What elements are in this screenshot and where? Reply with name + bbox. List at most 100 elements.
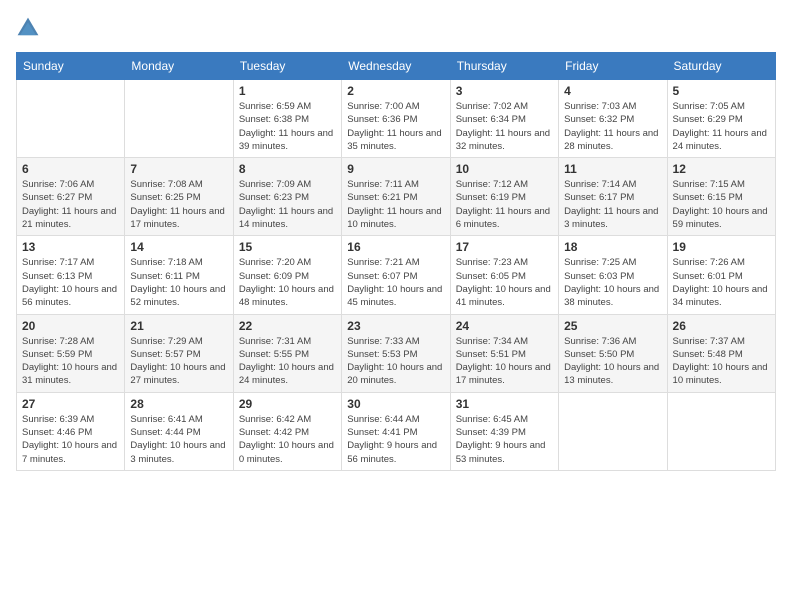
day-info: Sunrise: 7:33 AMSunset: 5:53 PMDaylight:…: [347, 335, 444, 388]
day-number: 19: [673, 240, 770, 254]
day-info: Sunrise: 7:08 AMSunset: 6:25 PMDaylight:…: [130, 178, 227, 231]
day-of-week-header: Sunday: [17, 53, 125, 80]
calendar-week-row: 20 Sunrise: 7:28 AMSunset: 5:59 PMDayligh…: [17, 314, 776, 392]
calendar-cell: 26 Sunrise: 7:37 AMSunset: 5:48 PMDayligh…: [667, 314, 775, 392]
calendar-cell: [667, 392, 775, 470]
calendar-cell: 18 Sunrise: 7:25 AMSunset: 6:03 PMDayligh…: [559, 236, 667, 314]
day-number: 9: [347, 162, 444, 176]
calendar-cell: 29 Sunrise: 6:42 AMSunset: 4:42 PMDayligh…: [233, 392, 341, 470]
day-info: Sunrise: 7:26 AMSunset: 6:01 PMDaylight:…: [673, 256, 770, 309]
calendar-cell: 19 Sunrise: 7:26 AMSunset: 6:01 PMDayligh…: [667, 236, 775, 314]
day-of-week-header: Monday: [125, 53, 233, 80]
day-info: Sunrise: 6:39 AMSunset: 4:46 PMDaylight:…: [22, 413, 119, 466]
calendar-cell: 20 Sunrise: 7:28 AMSunset: 5:59 PMDayligh…: [17, 314, 125, 392]
day-number: 26: [673, 319, 770, 333]
calendar-cell: 14 Sunrise: 7:18 AMSunset: 6:11 PMDayligh…: [125, 236, 233, 314]
day-number: 20: [22, 319, 119, 333]
day-info: Sunrise: 7:36 AMSunset: 5:50 PMDaylight:…: [564, 335, 661, 388]
day-of-week-header: Friday: [559, 53, 667, 80]
day-of-week-header: Wednesday: [342, 53, 450, 80]
calendar-week-row: 1 Sunrise: 6:59 AMSunset: 6:38 PMDaylight…: [17, 80, 776, 158]
day-number: 17: [456, 240, 553, 254]
day-number: 29: [239, 397, 336, 411]
day-info: Sunrise: 7:05 AMSunset: 6:29 PMDaylight:…: [673, 100, 770, 153]
page-header: [16, 16, 776, 40]
day-number: 1: [239, 84, 336, 98]
calendar-cell: [125, 80, 233, 158]
day-number: 28: [130, 397, 227, 411]
day-number: 21: [130, 319, 227, 333]
calendar-cell: 23 Sunrise: 7:33 AMSunset: 5:53 PMDayligh…: [342, 314, 450, 392]
day-info: Sunrise: 7:37 AMSunset: 5:48 PMDaylight:…: [673, 335, 770, 388]
day-number: 14: [130, 240, 227, 254]
day-info: Sunrise: 7:14 AMSunset: 6:17 PMDaylight:…: [564, 178, 661, 231]
day-info: Sunrise: 7:15 AMSunset: 6:15 PMDaylight:…: [673, 178, 770, 231]
day-info: Sunrise: 7:34 AMSunset: 5:51 PMDaylight:…: [456, 335, 553, 388]
day-number: 15: [239, 240, 336, 254]
day-info: Sunrise: 7:29 AMSunset: 5:57 PMDaylight:…: [130, 335, 227, 388]
calendar-week-row: 27Sunrise: 6:39 AMSunset: 4:46 PMDayligh…: [17, 392, 776, 470]
day-number: 8: [239, 162, 336, 176]
calendar-cell: 31 Sunrise: 6:45 AMSunset: 4:39 PMDayligh…: [450, 392, 558, 470]
calendar-cell: 21 Sunrise: 7:29 AMSunset: 5:57 PMDayligh…: [125, 314, 233, 392]
day-number: 13: [22, 240, 119, 254]
calendar-cell: 4 Sunrise: 7:03 AMSunset: 6:32 PMDaylight…: [559, 80, 667, 158]
day-info: Sunrise: 7:09 AMSunset: 6:23 PMDaylight:…: [239, 178, 336, 231]
day-number: 18: [564, 240, 661, 254]
day-number: 7: [130, 162, 227, 176]
day-info: Sunrise: 7:03 AMSunset: 6:32 PMDaylight:…: [564, 100, 661, 153]
day-number: 5: [673, 84, 770, 98]
day-info: Sunrise: 7:20 AMSunset: 6:09 PMDaylight:…: [239, 256, 336, 309]
day-info: Sunrise: 7:25 AMSunset: 6:03 PMDaylight:…: [564, 256, 661, 309]
calendar-cell: [17, 80, 125, 158]
calendar-cell: 25 Sunrise: 7:36 AMSunset: 5:50 PMDayligh…: [559, 314, 667, 392]
calendar-cell: 3 Sunrise: 7:02 AMSunset: 6:34 PMDaylight…: [450, 80, 558, 158]
day-info: Sunrise: 7:31 AMSunset: 5:55 PMDaylight:…: [239, 335, 336, 388]
day-of-week-header: Thursday: [450, 53, 558, 80]
day-of-week-header: Saturday: [667, 53, 775, 80]
day-number: 2: [347, 84, 444, 98]
calendar-cell: 13 Sunrise: 7:17 AMSunset: 6:13 PMDayligh…: [17, 236, 125, 314]
calendar-week-row: 6 Sunrise: 7:06 AMSunset: 6:27 PMDaylight…: [17, 158, 776, 236]
day-number: 23: [347, 319, 444, 333]
day-info: Sunrise: 7:28 AMSunset: 5:59 PMDaylight:…: [22, 335, 119, 388]
day-number: 4: [564, 84, 661, 98]
day-number: 3: [456, 84, 553, 98]
day-info: Sunrise: 6:42 AMSunset: 4:42 PMDaylight:…: [239, 413, 336, 466]
day-info: Sunrise: 6:41 AMSunset: 4:44 PMDaylight:…: [130, 413, 227, 466]
day-number: 25: [564, 319, 661, 333]
day-info: Sunrise: 7:21 AMSunset: 6:07 PMDaylight:…: [347, 256, 444, 309]
calendar-cell: 27Sunrise: 6:39 AMSunset: 4:46 PMDayligh…: [17, 392, 125, 470]
calendar-cell: 15 Sunrise: 7:20 AMSunset: 6:09 PMDayligh…: [233, 236, 341, 314]
calendar-cell: 17 Sunrise: 7:23 AMSunset: 6:05 PMDayligh…: [450, 236, 558, 314]
day-number: 16: [347, 240, 444, 254]
day-info: Sunrise: 6:44 AMSunset: 4:41 PMDaylight:…: [347, 413, 444, 466]
day-info: Sunrise: 7:06 AMSunset: 6:27 PMDaylight:…: [22, 178, 119, 231]
day-info: Sunrise: 6:59 AMSunset: 6:38 PMDaylight:…: [239, 100, 336, 153]
day-info: Sunrise: 7:17 AMSunset: 6:13 PMDaylight:…: [22, 256, 119, 309]
day-info: Sunrise: 6:45 AMSunset: 4:39 PMDaylight:…: [456, 413, 553, 466]
day-info: Sunrise: 7:02 AMSunset: 6:34 PMDaylight:…: [456, 100, 553, 153]
day-number: 31: [456, 397, 553, 411]
day-info: Sunrise: 7:18 AMSunset: 6:11 PMDaylight:…: [130, 256, 227, 309]
day-number: 10: [456, 162, 553, 176]
calendar-table: SundayMondayTuesdayWednesdayThursdayFrid…: [16, 52, 776, 471]
calendar-cell: 12Sunrise: 7:15 AMSunset: 6:15 PMDayligh…: [667, 158, 775, 236]
calendar-cell: 16 Sunrise: 7:21 AMSunset: 6:07 PMDayligh…: [342, 236, 450, 314]
calendar-cell: 2 Sunrise: 7:00 AMSunset: 6:36 PMDaylight…: [342, 80, 450, 158]
day-number: 6: [22, 162, 119, 176]
logo-icon: [16, 16, 40, 40]
day-number: 30: [347, 397, 444, 411]
day-info: Sunrise: 7:23 AMSunset: 6:05 PMDaylight:…: [456, 256, 553, 309]
calendar-cell: 24 Sunrise: 7:34 AMSunset: 5:51 PMDayligh…: [450, 314, 558, 392]
day-of-week-header: Tuesday: [233, 53, 341, 80]
calendar-header-row: SundayMondayTuesdayWednesdayThursdayFrid…: [17, 53, 776, 80]
calendar-cell: 30 Sunrise: 6:44 AMSunset: 4:41 PMDayligh…: [342, 392, 450, 470]
calendar-cell: 22 Sunrise: 7:31 AMSunset: 5:55 PMDayligh…: [233, 314, 341, 392]
day-info: Sunrise: 7:11 AMSunset: 6:21 PMDaylight:…: [347, 178, 444, 231]
logo: [16, 16, 44, 40]
day-info: Sunrise: 7:00 AMSunset: 6:36 PMDaylight:…: [347, 100, 444, 153]
calendar-cell: 28 Sunrise: 6:41 AMSunset: 4:44 PMDayligh…: [125, 392, 233, 470]
day-number: 22: [239, 319, 336, 333]
day-number: 24: [456, 319, 553, 333]
